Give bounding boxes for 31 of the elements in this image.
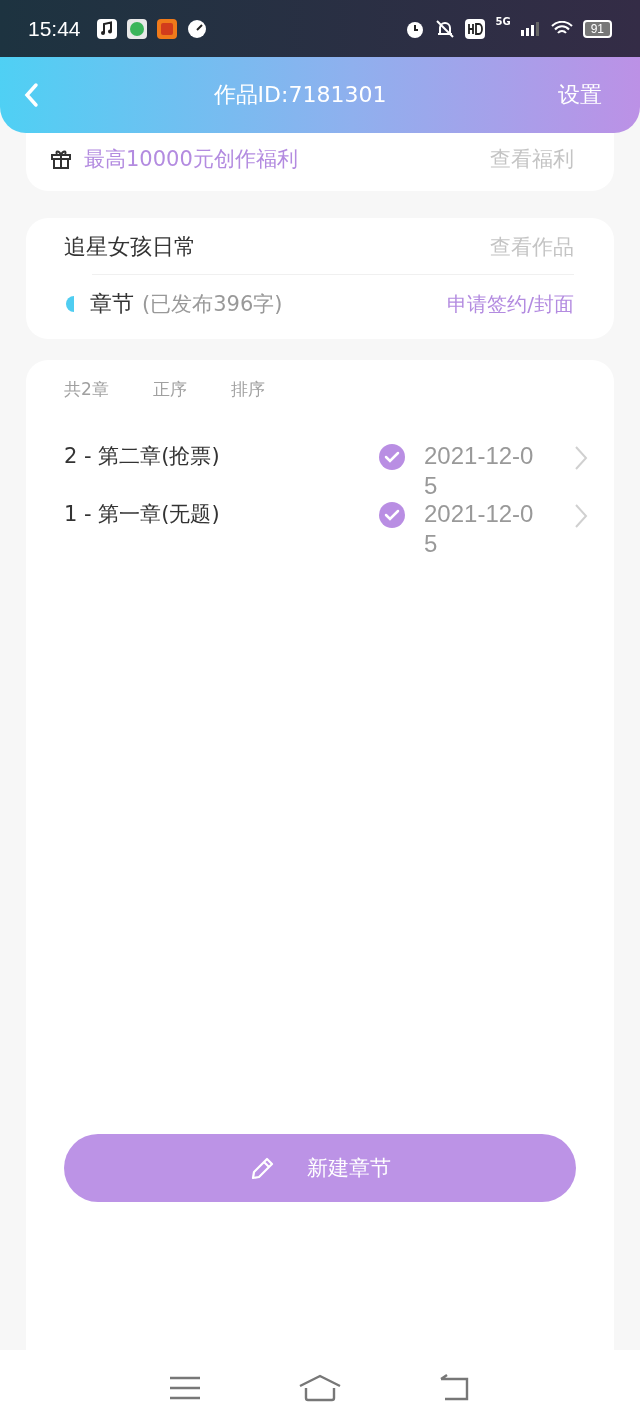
hd-icon <box>465 18 486 39</box>
home-icon[interactable] <box>298 1373 342 1402</box>
apply-contract-link[interactable]: 申请签约/封面 <box>447 290 574 318</box>
chapter-title[interactable]: 2 - 第二章(抢票) <box>64 441 378 471</box>
battery-indicator: 91 <box>582 19 612 38</box>
check-icon <box>378 443 406 471</box>
order-toggle[interactable]: 正序 <box>152 378 187 401</box>
chapter-title[interactable]: 1 - 第一章(无题) <box>64 499 378 529</box>
view-work-link[interactable]: 查看作品 <box>490 233 574 261</box>
chapter-count: 共2章 <box>64 378 109 401</box>
chapter-date: 2021-12-05 <box>424 499 535 559</box>
view-benefits-link[interactable]: 查看福利 <box>490 145 574 173</box>
sort-button[interactable]: 排序 <box>230 378 265 401</box>
status-time: 15:44 <box>28 16 81 41</box>
new-chapter-button[interactable]: 新建章节 <box>64 1134 576 1202</box>
gift-icon <box>50 148 72 170</box>
section-label: 章节 <box>90 290 134 318</box>
signal-icon <box>520 21 541 36</box>
network-label: 5G <box>495 16 511 27</box>
app-icon <box>156 18 177 39</box>
bell-off-icon <box>435 18 456 39</box>
benefit-text: 最高10000元创作福利 <box>84 146 299 173</box>
settings-button[interactable]: 设置 <box>558 80 602 110</box>
check-icon <box>378 501 406 529</box>
music-icon <box>96 18 117 39</box>
chapter-date: 2021-12-05 <box>424 441 535 501</box>
word-count: (已发布396字) <box>142 291 284 318</box>
page-title: 作品ID:7181301 <box>212 81 388 109</box>
gauge-icon <box>186 18 207 39</box>
work-title: 追星女孩日常 <box>64 233 197 261</box>
app-icon <box>126 18 147 39</box>
